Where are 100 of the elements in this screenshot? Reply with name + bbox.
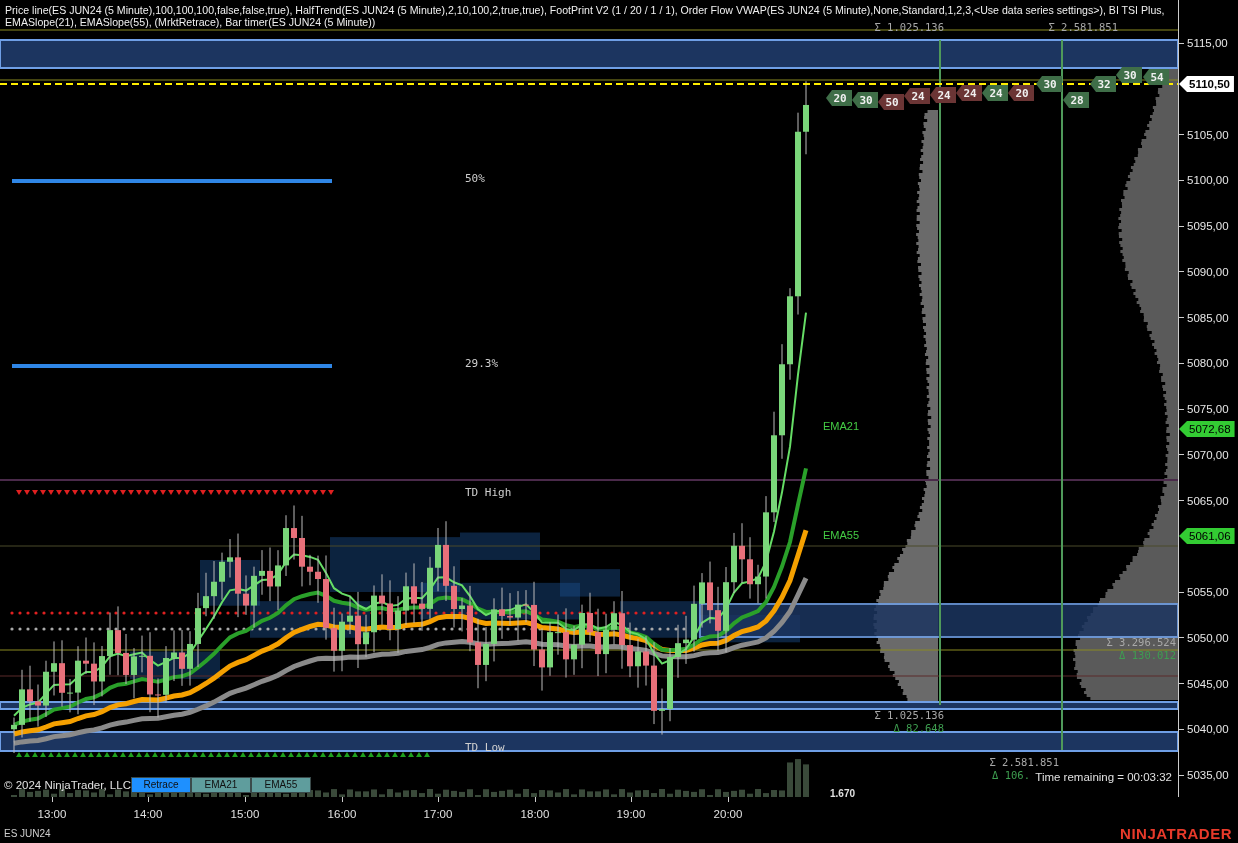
candlestick (91, 641, 97, 706)
volume-sum: Σ 2.581.851 (989, 756, 1059, 768)
candlestick (219, 552, 225, 601)
candlestick (603, 613, 609, 674)
candlestick (643, 635, 649, 687)
volume-bar (595, 791, 601, 797)
volume-bar (683, 790, 689, 797)
volume-bar (611, 794, 617, 797)
volume-bar (723, 791, 729, 797)
candlestick (483, 626, 489, 682)
candlestick (283, 514, 289, 577)
candlestick (251, 566, 257, 629)
time-remaining-text: Time remaining = 00:03:32 (1035, 771, 1172, 783)
candlestick (395, 595, 401, 654)
time-label: 19:00 (616, 808, 646, 820)
candlestick (211, 560, 217, 620)
candlestick (499, 587, 505, 640)
volume-bar (451, 790, 457, 797)
volume-bar (699, 789, 705, 797)
volume-bar (347, 789, 353, 797)
volume-bar (691, 791, 697, 797)
volume-bar (323, 792, 329, 797)
price-label: 5105,00 (1187, 128, 1229, 141)
candlestick (707, 561, 713, 624)
candlestick (43, 660, 49, 718)
footprint-badge: 20 (1008, 85, 1034, 101)
candlestick (83, 637, 89, 675)
volume-bar (547, 790, 553, 797)
volume-bar (659, 789, 665, 797)
candlestick (171, 629, 177, 682)
instrument-label: ES JUN24 (4, 827, 51, 839)
footprint-badge: 50 (878, 94, 904, 110)
price-label: 5080,00 (1187, 357, 1229, 370)
price-label: 5065,00 (1187, 494, 1229, 507)
time-label: 16:00 (327, 808, 357, 820)
candlestick (27, 665, 33, 723)
chart-label: 50% (465, 172, 485, 185)
candlestick (451, 565, 457, 628)
candlestick (739, 522, 745, 584)
volume-bar (435, 793, 441, 797)
volume-bar (395, 792, 401, 797)
candlestick (435, 527, 441, 592)
volume-bar (747, 793, 753, 797)
candlestick (635, 638, 641, 689)
volume-bar (627, 792, 633, 797)
volume-bar (531, 793, 537, 797)
time-label: 17:00 (423, 808, 453, 820)
volume-sum: Σ 1.025.136 (874, 21, 944, 33)
candlestick (67, 678, 73, 713)
candlestick (299, 515, 305, 587)
price-label: 5055,00 (1187, 586, 1229, 598)
candlestick (563, 607, 569, 679)
volume-bar (51, 793, 57, 797)
volume-bar (91, 792, 97, 797)
candlestick (555, 613, 561, 656)
price-marker: 5072,68 (1179, 421, 1235, 437)
price-label: 5050,00 (1187, 631, 1229, 644)
time-label: 18:00 (520, 808, 550, 820)
candlestick (291, 505, 297, 561)
volume-bar (563, 789, 569, 797)
candlestick (467, 585, 473, 652)
volume-bar (187, 793, 193, 797)
candlestick (331, 607, 337, 673)
candlestick (123, 633, 129, 685)
volume-bar (539, 790, 545, 797)
time-label: 13:00 (37, 808, 67, 820)
price-label: 5075,00 (1187, 403, 1229, 415)
footprint-badge: 30 (1036, 76, 1062, 92)
chart-label: TD High (465, 486, 512, 499)
candlestick (275, 549, 281, 611)
volume-bar (483, 789, 489, 797)
price-label: 5095,00 (1187, 220, 1229, 232)
candlestick (571, 625, 577, 676)
candlestick (179, 629, 185, 687)
candlestick (587, 592, 593, 643)
indicator-list-text: Price line(ES JUN24 (5 Minute),100,100,100,false,false,true), HalfTrend(ES JUN24 (5 Minute),2,10,100,2,true,true), FootPrint V2 (1 / 20 / 1 / 1), Order Flow VWAP(ES JUN24 (5 Minute),None,Standard,1,2,3,<Use data series settings>), BI TSI Plus, (5, 4, 1165, 16)
time-label: 20:00 (713, 808, 743, 820)
candlestick (227, 538, 233, 578)
volume-bar (67, 793, 73, 797)
candlestick (699, 572, 705, 629)
volume-bar (387, 789, 393, 797)
price-label: 5045,00 (1187, 677, 1229, 690)
candlestick (339, 613, 345, 672)
volume-bar (427, 789, 433, 797)
candlestick (683, 615, 689, 665)
candlestick (347, 596, 353, 635)
volume-bar (491, 791, 497, 797)
candlestick (475, 618, 481, 689)
volume-bar (803, 764, 809, 797)
candlestick (51, 640, 57, 696)
volume-bar (75, 790, 81, 797)
volume-bar (651, 793, 657, 797)
volume-bar (331, 789, 337, 797)
candlestick (579, 604, 585, 669)
volume-delta: Δ 130.012 (1119, 649, 1176, 661)
volume-bar (675, 789, 681, 797)
candlestick (267, 547, 273, 602)
volume-sum: Σ 2.581.851 (1048, 21, 1118, 33)
candlestick (507, 592, 513, 626)
candlestick (659, 688, 665, 736)
